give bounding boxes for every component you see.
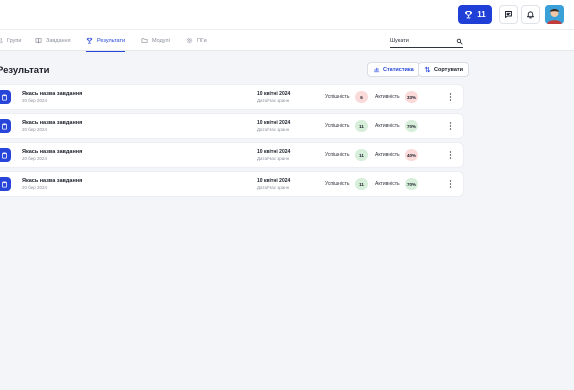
result-row[interactable]: Якась назва завдання 20 бер 2024 10 квіт… — [0, 143, 463, 167]
result-row[interactable]: Якась назва завдання 20 бер 2024 10 квіт… — [0, 85, 463, 109]
task-date: 10 квітні 2024 — [257, 149, 291, 155]
notifications-button[interactable] — [521, 5, 540, 24]
activity-label: Активність — [375, 181, 400, 187]
bell-icon — [527, 11, 534, 19]
more-vertical-icon — [449, 122, 451, 130]
activity-badge: 33% — [405, 91, 418, 103]
task-created-date: 20 бер 2024 — [22, 156, 48, 161]
success-label: Успішність — [325, 152, 350, 158]
task-title: Якась назва завдання — [22, 120, 83, 126]
task-created-date: 20 бер 2024 — [22, 185, 48, 190]
trophy-icon — [86, 37, 93, 44]
folder-icon — [141, 38, 148, 43]
success-badge: 11 — [355, 149, 368, 161]
activity-label: Активність — [375, 152, 400, 158]
book-icon — [35, 38, 42, 44]
task-title: Якась назва завдання — [22, 91, 83, 97]
activity-badge: 70% — [405, 120, 418, 132]
task-time: Дата/Час зранн — [257, 127, 290, 132]
nav-bar: Групи Завдання Результати Модулі ПГи — [0, 29, 574, 52]
clipboard-icon — [0, 148, 11, 162]
task-title: Якась назва завдання — [22, 149, 83, 155]
statistics-button[interactable]: Статистика — [367, 62, 420, 77]
trophy-icon — [465, 11, 473, 19]
chart-icon — [373, 67, 380, 73]
trophy-button[interactable]: 11 — [458, 5, 492, 24]
avatar-image — [545, 5, 564, 24]
more-options-button[interactable] — [444, 91, 456, 103]
activity-label: Активність — [375, 94, 400, 100]
task-title: Якась назва завдання — [22, 178, 83, 184]
messages-button[interactable] — [499, 5, 518, 24]
tab-results[interactable]: Результати — [86, 30, 126, 52]
result-row[interactable]: Якась назва завдання 20 бер 2024 10 квіт… — [0, 172, 463, 196]
tab-modules[interactable]: Модулі — [141, 30, 170, 51]
gear-icon — [186, 37, 193, 44]
top-bar: 11 — [0, 0, 574, 29]
activity-label: Активність — [375, 123, 400, 129]
more-options-button[interactable] — [444, 149, 456, 161]
clipboard-icon — [0, 90, 11, 104]
success-badge: 11 — [355, 120, 368, 132]
task-time: Дата/Час зранн — [257, 98, 290, 103]
clipboard-icon — [0, 119, 11, 133]
task-created-date: 20 бер 2024 — [22, 127, 48, 132]
more-vertical-icon — [449, 180, 451, 188]
search-box — [390, 35, 463, 48]
page-title: Результати — [0, 65, 50, 76]
task-time: Дата/Час зранн — [257, 185, 290, 190]
sort-icon — [424, 66, 431, 73]
success-label: Успішність — [325, 181, 350, 187]
task-date: 10 квітні 2024 — [257, 120, 291, 126]
users-icon — [0, 38, 3, 44]
success-label: Успішність — [325, 94, 350, 100]
more-options-button[interactable] — [444, 178, 456, 190]
task-date: 10 квітні 2024 — [257, 178, 291, 184]
task-created-date: 20 бер 2024 — [22, 98, 48, 103]
avatar[interactable] — [545, 5, 564, 24]
tab-groups[interactable]: Групи — [0, 30, 21, 51]
result-row[interactable]: Якась назва завдання 20 бер 2024 10 квіт… — [0, 114, 463, 138]
more-vertical-icon — [449, 93, 451, 101]
search-input[interactable] — [390, 38, 450, 44]
message-icon — [505, 11, 512, 18]
task-date: 10 квітні 2024 — [257, 91, 291, 97]
success-badge: 6 — [355, 91, 368, 103]
success-label: Успішність — [325, 123, 350, 129]
more-vertical-icon — [449, 151, 451, 159]
more-options-button[interactable] — [444, 120, 456, 132]
trophy-count: 11 — [477, 10, 486, 19]
tab-tasks[interactable]: Завдання — [35, 30, 71, 51]
activity-badge: 70% — [405, 178, 418, 190]
search-icon[interactable] — [456, 38, 463, 45]
activity-badge: 40% — [405, 149, 418, 161]
tab-settings[interactable]: ПГи — [186, 30, 207, 51]
success-badge: 11 — [355, 178, 368, 190]
results-list: Якась назва завдання 20 бер 2024 10 квіт… — [0, 85, 463, 201]
clipboard-icon — [0, 177, 11, 191]
sort-button[interactable]: Сортувати — [418, 62, 469, 77]
task-time: Дата/Час зранн — [257, 156, 290, 161]
